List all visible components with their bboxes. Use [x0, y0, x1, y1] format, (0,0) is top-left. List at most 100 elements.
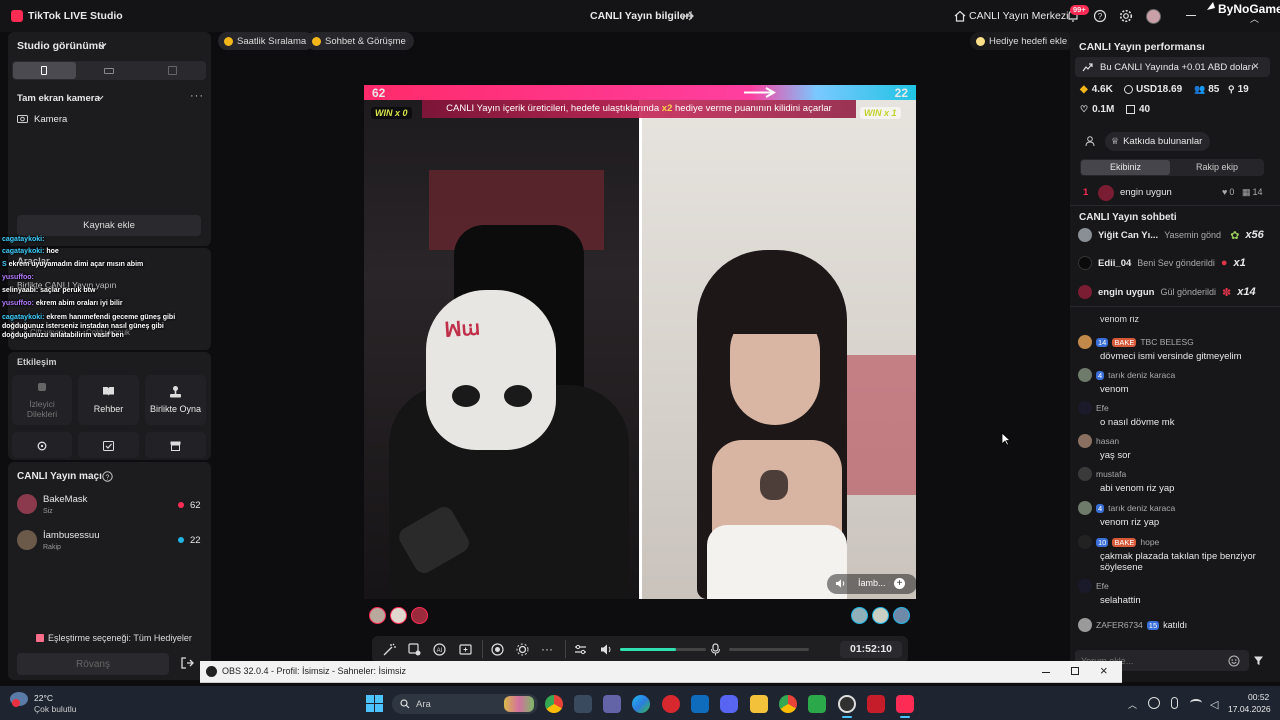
ai-icon[interactable]: AI — [433, 643, 446, 656]
info-icon[interactable]: ? — [102, 471, 113, 482]
avatar[interactable] — [872, 607, 889, 624]
volume-icon[interactable]: ◁ — [1210, 698, 1218, 711]
clock-date[interactable]: 17.04.2026 — [1228, 704, 1271, 714]
avatar[interactable] — [893, 607, 910, 624]
studio-view-title[interactable]: Studio görünümü — [17, 40, 104, 52]
fan-badge: BAKE — [1112, 337, 1137, 347]
multi-screen-icon[interactable] — [168, 66, 177, 75]
contributors-chip[interactable]: ♕ Katkıda bulunanlar — [1105, 132, 1211, 151]
settings-gear-icon[interactable] — [1119, 9, 1133, 23]
mail-icon[interactable] — [691, 695, 709, 713]
windows-start-icon[interactable] — [366, 695, 383, 712]
level-badge: 4 — [1096, 370, 1105, 380]
exit-icon[interactable] — [180, 656, 194, 670]
chat-message[interactable]: mustafa abi venom riz yap — [1078, 467, 1268, 494]
title-bar: TikTok LIVE Studio CANLI Yayın bilgileri… — [0, 0, 1280, 32]
add-icon[interactable]: + — [894, 578, 905, 589]
minimize-icon[interactable] — [1042, 672, 1050, 673]
task-view-icon[interactable] — [574, 695, 592, 713]
record-icon[interactable] — [491, 643, 504, 656]
wifi-icon[interactable] — [1190, 699, 1202, 707]
filter-icon[interactable] — [1253, 655, 1264, 666]
match-opponent-name: İambusessuu — [43, 530, 100, 541]
live-center-link[interactable]: CANLI Yayın Merkezi — [969, 10, 1068, 22]
chrome-profile-icon[interactable] — [779, 695, 797, 713]
hourly-ranking-chip[interactable]: Saatlik Sıralama — [218, 32, 315, 50]
microphone-icon[interactable] — [710, 643, 721, 656]
teams-icon[interactable] — [603, 695, 621, 713]
add-gift-goal-chip[interactable]: Hediye hedefi ekle — [970, 32, 1076, 50]
magic-wand-icon[interactable] — [383, 643, 396, 656]
score-dot-icon — [178, 537, 184, 543]
mixer-icon[interactable] — [574, 643, 587, 656]
chat-message[interactable]: Efe o nasıl dövme mk — [1078, 401, 1268, 428]
minimize-icon[interactable] — [1186, 15, 1196, 16]
speaker-icon[interactable] — [835, 578, 846, 589]
gift-sender: Yiğit Can Yı... — [1098, 229, 1159, 241]
opera-icon[interactable] — [662, 695, 680, 713]
landscape-icon[interactable] — [104, 68, 114, 74]
divider — [482, 640, 483, 658]
speaker-icon[interactable] — [600, 643, 613, 656]
obs-icon[interactable] — [838, 695, 856, 713]
mic-volume-slider[interactable] — [729, 648, 809, 651]
chat-message[interactable]: 4 tarık deniz karaca venom — [1078, 368, 1268, 395]
microphone-icon[interactable] — [1171, 697, 1178, 709]
close-icon[interactable]: × — [1100, 663, 1108, 678]
effects-icon[interactable] — [408, 643, 421, 656]
tab-your-team[interactable]: Ekibiniz — [1081, 160, 1170, 175]
chevron-up-icon[interactable]: ︿ — [1128, 698, 1137, 711]
search-icon — [400, 699, 410, 709]
guide-button[interactable] — [78, 375, 139, 425]
edge-icon[interactable] — [632, 695, 650, 713]
help-icon[interactable]: ? — [1093, 9, 1107, 23]
avatar — [1078, 401, 1092, 415]
taskbar-search-label: Ara — [416, 699, 431, 710]
chrome-icon[interactable] — [545, 695, 563, 713]
avatar[interactable] — [411, 607, 428, 624]
gift-row: Edii_04 Beni Sev gönderildi ● x1 — [1078, 255, 1268, 271]
close-icon[interactable]: × — [1252, 59, 1259, 73]
add-source-button[interactable]: Kaynak ekle — [17, 215, 201, 236]
screen-add-icon[interactable] — [459, 643, 472, 656]
discord-icon[interactable] — [720, 695, 738, 713]
play-game-button[interactable] — [145, 375, 206, 425]
match-option-label[interactable]: Eşleştirme seçeneği: Tüm Hediyeler — [48, 633, 192, 643]
rematch-button[interactable]: Rövanş — [17, 653, 169, 675]
avatar[interactable] — [390, 607, 407, 624]
sync-icon[interactable] — [1148, 697, 1160, 709]
emoji-icon[interactable] — [1228, 655, 1240, 667]
more-options-icon[interactable]: ··· — [541, 642, 553, 656]
chevron-down-icon[interactable] — [98, 42, 107, 49]
avatar — [1078, 501, 1092, 515]
chat-message[interactable]: hasan yaş sor — [1078, 434, 1268, 461]
home-icon[interactable] — [954, 10, 966, 22]
chat-call-chip[interactable]: Sohbet & Görüşme — [306, 32, 414, 50]
live-info-title[interactable]: CANLI Yayın bilgileri — [590, 10, 693, 22]
camera-source-label[interactable]: Kamera — [34, 114, 67, 125]
camera-settings-icon[interactable] — [516, 643, 529, 656]
tab-rival-team[interactable]: Rakip ekip — [1172, 160, 1262, 175]
avatar[interactable] — [851, 607, 868, 624]
more-options-icon[interactable]: ··· — [190, 90, 204, 102]
profile-avatar[interactable] — [1146, 9, 1161, 24]
file-explorer-icon[interactable] — [750, 695, 768, 713]
weather-temp[interactable]: 22°C — [34, 693, 53, 703]
chat-message[interactable]: 4 tarık deniz karaca venom riz yap — [1078, 501, 1268, 528]
chat-message[interactable]: Efe selahattin — [1078, 579, 1268, 606]
app-icon[interactable] — [808, 695, 826, 713]
chevron-up-icon[interactable]: ︿ — [1250, 12, 1259, 25]
media-player-icon[interactable] — [867, 695, 885, 713]
chevron-down-icon[interactable] — [97, 95, 104, 100]
fullscreen-camera-label[interactable]: Tam ekran kamera — [17, 93, 100, 104]
avatar[interactable] — [369, 607, 386, 624]
clock-time[interactable]: 00:52 — [1248, 692, 1269, 702]
share-icon[interactable] — [682, 10, 694, 22]
contributor-name: engin uygun — [1120, 187, 1172, 198]
chat-message[interactable]: 14 BAKE TBC BELESG dövmeci ismi versinde g… — [1078, 335, 1268, 362]
person-settings-icon[interactable] — [1085, 136, 1097, 147]
weather-desc[interactable]: Çok bulutlu — [34, 704, 77, 714]
tiktok-live-studio-icon[interactable] — [896, 695, 914, 713]
maximize-icon[interactable] — [1071, 667, 1079, 675]
chat-message[interactable]: 10 BAKE hope çakmak plazada takılan tipe b… — [1078, 535, 1268, 573]
